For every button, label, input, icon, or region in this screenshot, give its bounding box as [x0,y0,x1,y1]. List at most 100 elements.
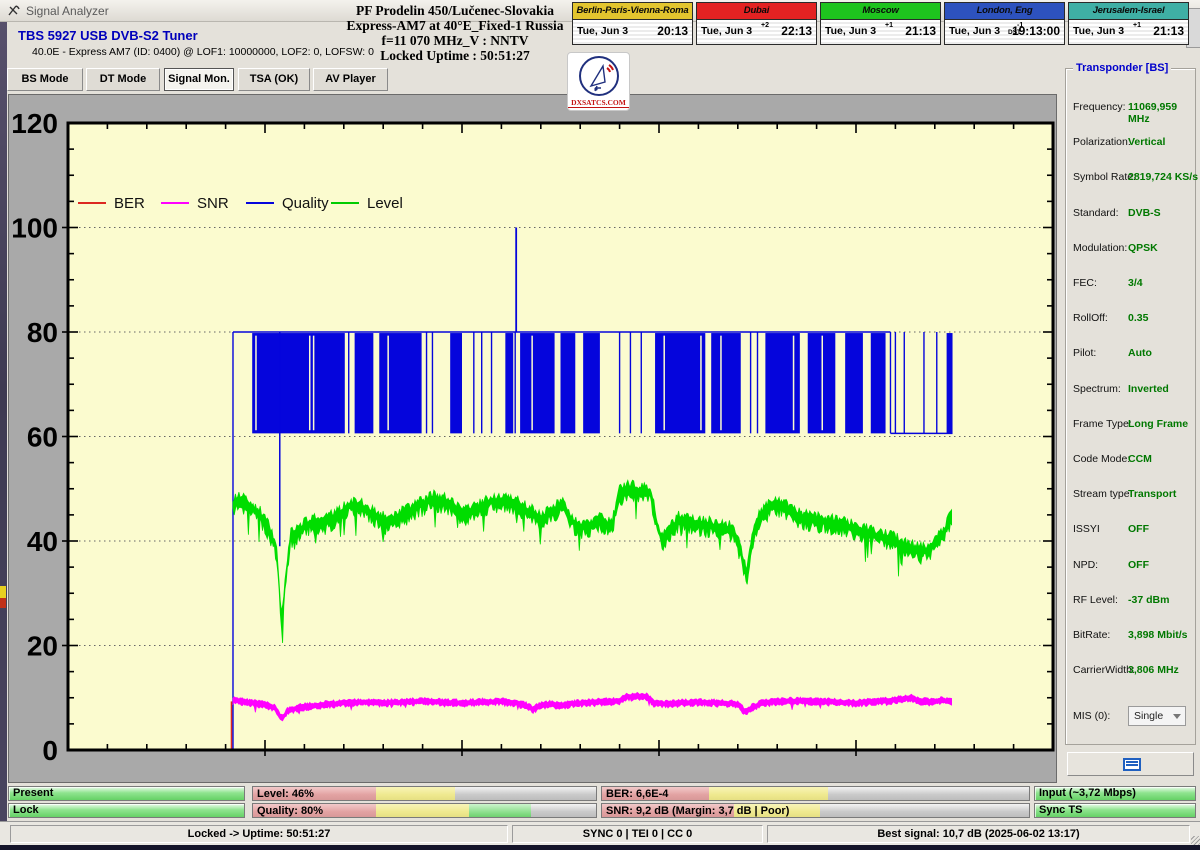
legend-label: SNR [197,195,229,212]
bar-segment-yellow [376,804,469,817]
bar-segment-yellow [376,787,455,800]
clock-time: 21:13 [905,24,936,38]
clock-city: London, Eng [945,3,1064,20]
indicator-lock: Lock [8,803,245,818]
ts-list-icon [1123,758,1141,771]
y-axis-label: 100 [11,213,58,244]
site-line-1: PF Prodelin 450/Lučenec-Slovakia [330,3,580,18]
tab-av-player[interactable]: AV Player [313,68,388,91]
clock-panel-4: Jerusalem-Israel Tue, Jun 3 +1 21:13 [1068,2,1189,45]
world-clocks: Berlin-Paris-Vienna-RomaTue, Jun 320:13D… [572,2,1192,45]
site-line-2: Express-AM7 at 40°E_Fixed-1 Russia [330,18,580,33]
legend-line-icon [78,202,106,204]
clock-date: Tue, Jun 3 [701,25,752,37]
tp-field-value: Vertical [1128,136,1165,148]
tab-tsa-ok-[interactable]: TSA (OK) [238,68,310,91]
tp-field-value: 3,898 Mbit/s [1128,629,1188,641]
window-bottom-edge [0,845,1200,850]
tuner-details: 40.0E - Express AM7 (ID: 0400) @ LOF1: 1… [32,46,374,58]
clock-time: 22:13 [781,24,812,38]
tp-field-value: Auto [1128,347,1152,359]
legend-label: Quality [282,195,329,212]
tp-field-label: Frame Type: [1073,418,1132,430]
site-line-4: Locked Uptime : 50:51:27 [330,48,580,63]
clock-city: Dubai [697,3,816,20]
y-axis-label: 40 [27,526,58,557]
chevron-down-icon [1173,714,1181,719]
clock-city: Berlin-Paris-Vienna-Roma [573,3,692,20]
background-fleck [0,598,6,608]
legend-line-icon [161,202,189,204]
resize-grip[interactable] [1191,836,1200,845]
tab-bs-mode[interactable]: BS Mode [7,68,83,91]
indicator-present: Present [8,786,245,801]
signal-chart-panel: 020406080100120 BERSNRQualityLevel [8,94,1057,783]
legend-label: BER [114,195,145,212]
bar-segment-yellow [709,787,829,800]
clock-panel-2: Moscow Tue, Jun 3 +1 21:13 [820,2,941,45]
tp-field-value: 0.35 [1128,312,1148,324]
clock-city: Moscow [821,3,940,20]
clock-utc-offset: +1 [1133,22,1141,29]
signal-chart: 020406080100120 [9,95,1056,782]
legend-line-icon [246,202,274,204]
tp-field-value: 2819,724 KS/s [1128,171,1198,183]
tp-field-label: Modulation: [1073,242,1127,254]
tp-field-label: RollOff: [1073,312,1108,324]
clock-time: 21:13 [1153,24,1184,38]
tp-field-label: Pilot: [1073,347,1096,359]
tp-field-label: Spectrum: [1073,383,1121,395]
logo-dish-icon [579,56,619,96]
legend-label: Level [367,195,403,212]
clock-time: 20:13 [657,24,688,38]
y-axis-label: 0 [42,735,58,766]
y-axis-label: 120 [11,108,58,139]
y-axis-label: 60 [27,422,58,453]
mis-dropdown[interactable]: Single [1128,706,1186,726]
bar-snr: SNR: 9,2 dB (Margin: 3,7 dB | Poor) [601,803,1030,818]
tp-field-label: RF Level: [1073,594,1118,606]
tp-field-label: Stream type: [1073,488,1133,500]
tp-field-label: Standard: [1073,207,1119,219]
clock-panel-3: London, EngTue, Jun 3-1DST19:13:00 [944,2,1065,45]
clock-body: Tue, Jun 320:13 [573,20,692,44]
site-header: PF Prodelin 450/Lučenec-Slovakia Express… [330,3,580,63]
clock-utc-offset: +1 [885,22,893,29]
clock-panel-0: Berlin-Paris-Vienna-RomaTue, Jun 320:13 [572,2,693,45]
background-fleck [0,586,6,598]
legend-line-icon [331,202,359,204]
clock-body: Tue, Jun 3 +1 21:13 [821,20,940,44]
bar-label-quality: Quality: 80% [257,804,323,818]
ts-list-button[interactable] [1067,752,1194,776]
background-window-edge [0,22,7,845]
clock-panel-1: DubaiTue, Jun 3+222:13 [696,2,817,45]
mis-label: MIS (0): [1073,710,1110,722]
tp-field-value: DVB-S [1128,207,1161,219]
window-title: Signal Analyzer [26,4,109,18]
tp-field-value: -37 dBm [1128,594,1169,606]
clock-body: Tue, Jun 3-1DST19:13:00 [945,20,1064,44]
dxsatcs-logo: DXSATCS.COM [567,52,630,111]
transponder-panel [1065,68,1196,745]
tp-field-value: 3/4 [1128,277,1143,289]
tp-field-label: Polarization: [1073,136,1131,148]
clock-city: Jerusalem-Israel [1069,3,1188,20]
tp-field-label: CarrierWidth: [1073,664,1135,676]
clock-time: 19:13:00 [1012,24,1060,38]
bar-label-snr: SNR: 9,2 dB (Margin: 3,7 dB | Poor) [606,804,789,818]
bar-label-ber: BER: 6,6E-4 [606,787,668,801]
clock-date: Tue, Jun 3 [1073,25,1124,37]
clock-body: Tue, Jun 3+222:13 [697,20,816,44]
tab-dt-mode[interactable]: DT Mode [86,68,160,91]
satellite-dish-icon [7,3,21,22]
indicator-input: Input (~3,72 Mbps) [1034,786,1196,801]
logo-text: DXSATCS.COM [568,98,629,108]
tp-field-label: ISSYI [1073,523,1100,535]
tab-signal-mon-[interactable]: Signal Mon. [164,68,234,91]
site-line-3: f=11 070 MHz_V : NNTV [330,33,580,48]
clock-date: Tue, Jun 3 [949,25,1000,37]
status-best-signal: Best signal: 10,7 dB (2025-06-02 13:17) [767,825,1190,843]
clock-date: Tue, Jun 3 [825,25,876,37]
bar-label-level: Level: 46% [257,787,314,801]
tp-field-value: Inverted [1128,383,1169,395]
